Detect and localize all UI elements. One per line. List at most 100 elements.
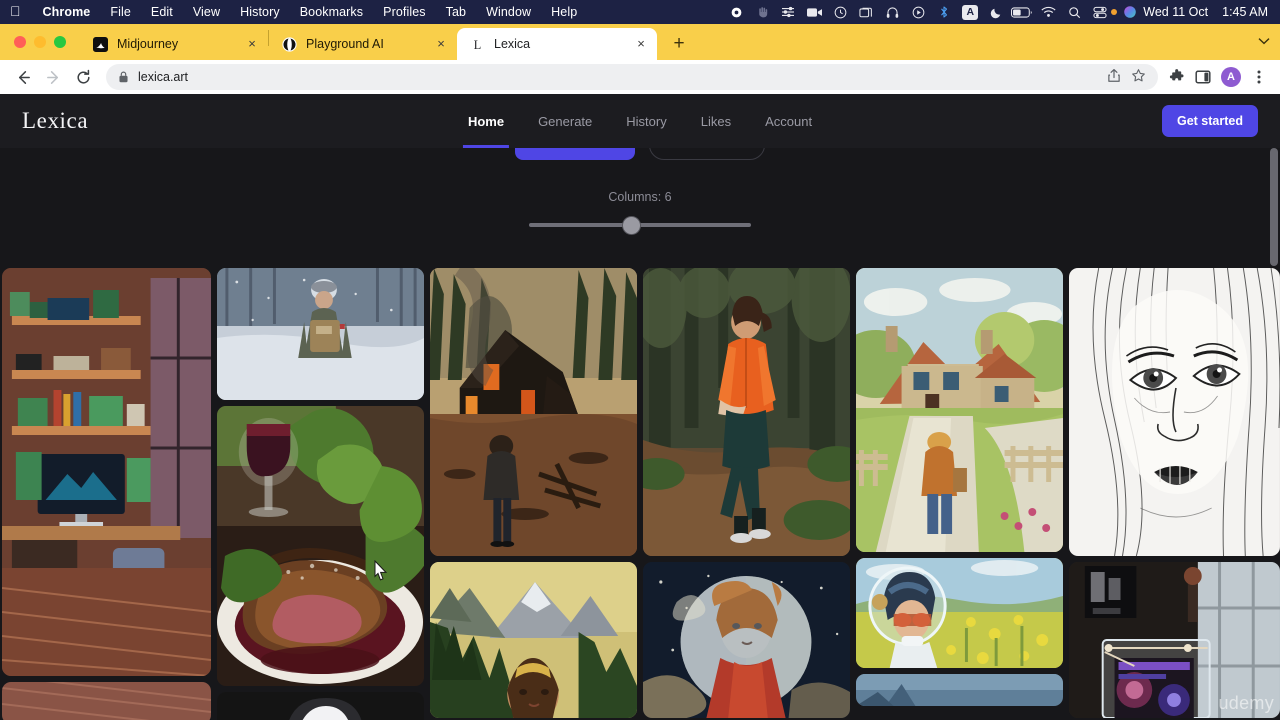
gaming-pc-artwork <box>1069 562 1280 718</box>
browser-tab-playground-ai[interactable]: Playground AI × <box>269 28 457 60</box>
browser-tab-strip: Midjourney × Playground AI × L Lexica × … <box>0 24 1280 60</box>
chrome-menu-kebab-icon[interactable] <box>1246 64 1272 90</box>
menu-bar-status-area: A Wed 11 Oct 1:45 AM <box>723 0 1272 24</box>
grid-controls: Columns: 6 <box>0 130 1280 268</box>
midjourney-icon <box>92 36 108 52</box>
scrollbar-thumb[interactable] <box>1270 148 1278 266</box>
wifi-icon[interactable] <box>1035 0 1061 24</box>
image-card[interactable] <box>2 682 211 720</box>
back-button[interactable] <box>8 63 38 91</box>
nav-item-account[interactable]: Account <box>748 94 829 148</box>
playground-ai-icon <box>281 36 297 52</box>
browser-tab-lexica[interactable]: L Lexica × <box>457 28 657 60</box>
image-card[interactable] <box>2 268 211 676</box>
menu-item-help[interactable]: Help <box>541 5 587 19</box>
bookmark-star-icon[interactable] <box>1131 68 1146 86</box>
site-nav: Home Generate History Likes Account <box>451 94 829 148</box>
menu-item-view[interactable]: View <box>183 5 230 19</box>
image-card[interactable] <box>216 268 424 400</box>
menu-item-edit[interactable]: Edit <box>141 5 183 19</box>
grid-column-3 <box>430 268 638 720</box>
maximize-window-button[interactable] <box>54 36 66 48</box>
image-card[interactable] <box>856 268 1064 552</box>
macos-menu-bar:  Chrome File Edit View History Bookmark… <box>0 0 1280 24</box>
wood-artwork <box>2 682 211 720</box>
siri-icon[interactable] <box>1117 0 1143 24</box>
share-icon[interactable] <box>1107 68 1121 86</box>
site-logo[interactable]: Lexica <box>22 108 88 134</box>
menu-item-chrome[interactable]: Chrome <box>33 5 101 19</box>
menu-item-window[interactable]: Window <box>476 5 541 19</box>
profile-avatar[interactable]: A <box>1221 67 1241 87</box>
nav-item-likes[interactable]: Likes <box>684 94 748 148</box>
menu-item-history[interactable]: History <box>230 5 290 19</box>
nav-item-history[interactable]: History <box>609 94 683 148</box>
image-grid <box>0 268 1280 720</box>
address-bar[interactable]: lexica.art <box>106 64 1158 90</box>
lock-icon <box>118 71 129 83</box>
side-panel-icon[interactable] <box>1190 64 1216 90</box>
search-icon[interactable] <box>1061 0 1087 24</box>
battery-icon[interactable] <box>1009 0 1035 24</box>
extensions-puzzle-icon[interactable] <box>1164 64 1190 90</box>
office-artwork <box>2 268 211 676</box>
grid-column-6 <box>1069 268 1280 720</box>
headphones-icon[interactable] <box>879 0 905 24</box>
svg-text:L: L <box>473 38 480 52</box>
tab-strip-right <box>1258 24 1280 60</box>
menu-item-profiles[interactable]: Profiles <box>373 5 435 19</box>
tab-search-chevron-down-icon[interactable] <box>1258 36 1270 48</box>
get-started-button[interactable]: Get started <box>1162 105 1258 137</box>
nav-item-home[interactable]: Home <box>451 94 521 148</box>
input-source-icon[interactable]: A <box>957 0 983 24</box>
grid-column-2 <box>216 268 424 720</box>
window-stack-icon[interactable] <box>853 0 879 24</box>
slider-track[interactable] <box>529 223 751 227</box>
image-card[interactable] <box>216 406 424 686</box>
browser-toolbar: lexica.art A <box>0 60 1280 94</box>
browser-tab-midjourney[interactable]: Midjourney × <box>80 28 268 60</box>
menu-item-file[interactable]: File <box>100 5 141 19</box>
minimize-window-button[interactable] <box>34 36 46 48</box>
slider-thumb[interactable] <box>623 216 640 234</box>
menu-bar-date: Wed 11 Oct <box>1143 5 1209 19</box>
lexica-icon: L <box>469 36 485 52</box>
grid-column-5 <box>856 268 1064 720</box>
dark-portrait-artwork <box>216 692 424 720</box>
bluetooth-icon[interactable] <box>931 0 957 24</box>
close-tab-button[interactable]: × <box>633 36 649 52</box>
menu-item-tab[interactable]: Tab <box>436 5 476 19</box>
steak-artwork <box>216 406 424 686</box>
video-camera-icon[interactable] <box>801 0 827 24</box>
close-tab-button[interactable]: × <box>244 36 260 52</box>
page-scrollbar[interactable] <box>1270 148 1278 720</box>
image-card[interactable] <box>216 692 424 720</box>
image-card[interactable] <box>856 558 1064 668</box>
moon-icon[interactable] <box>983 0 1009 24</box>
close-window-button[interactable] <box>14 36 26 48</box>
image-card[interactable] <box>430 268 638 556</box>
play-circle-icon[interactable] <box>905 0 931 24</box>
close-tab-button[interactable]: × <box>433 36 449 52</box>
menu-item-bookmarks[interactable]: Bookmarks <box>290 5 373 19</box>
columns-slider[interactable] <box>529 216 751 234</box>
image-card[interactable] <box>1069 268 1280 556</box>
input-source-label: A <box>962 4 979 20</box>
image-card[interactable] <box>643 562 851 718</box>
new-tab-button[interactable]: + <box>665 30 693 58</box>
hiker-artwork <box>643 268 851 556</box>
image-card[interactable] <box>856 674 1064 706</box>
image-card[interactable] <box>430 562 638 718</box>
apple-logo-icon[interactable]:  <box>10 4 21 18</box>
reload-button[interactable] <box>68 63 98 91</box>
image-card[interactable] <box>643 268 851 556</box>
tab-title: Playground AI <box>306 37 384 51</box>
control-center-icon[interactable] <box>1087 0 1113 24</box>
hand-icon[interactable] <box>749 0 775 24</box>
clock-icon[interactable] <box>827 0 853 24</box>
nav-item-generate[interactable]: Generate <box>521 94 609 148</box>
record-icon[interactable] <box>723 0 749 24</box>
equalizer-icon[interactable] <box>775 0 801 24</box>
image-card[interactable] <box>1069 562 1280 718</box>
forward-button[interactable] <box>38 63 68 91</box>
